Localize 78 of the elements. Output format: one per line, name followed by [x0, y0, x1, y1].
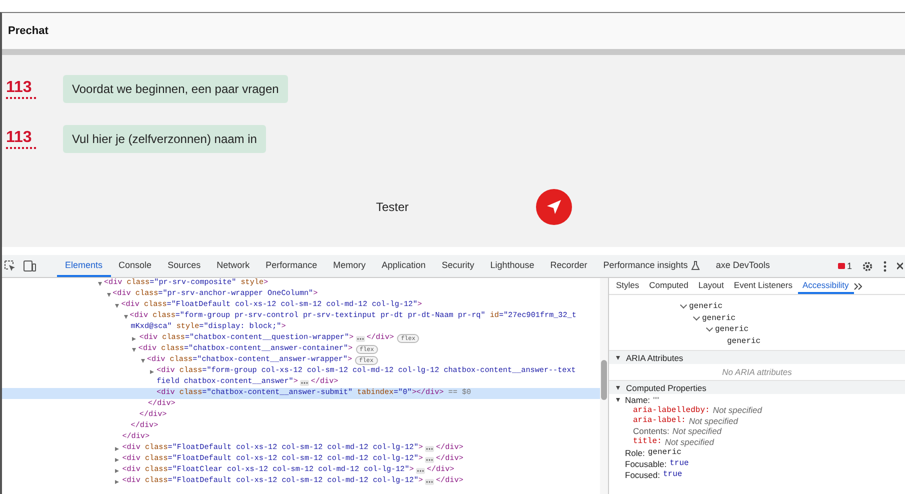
expand-icon[interactable] — [616, 398, 620, 402]
ellipsis-icon[interactable] — [424, 446, 434, 452]
device-icon[interactable] — [23, 260, 36, 272]
property-name: Focusable: — [625, 458, 667, 468]
source-name: aria-labelledby: — [633, 406, 710, 415]
more-icon[interactable] — [883, 260, 887, 272]
devtools-tab[interactable]: Lighthouse — [482, 255, 542, 277]
send-button[interactable] — [536, 189, 572, 225]
sidebar-tab[interactable]: Layout — [693, 278, 729, 294]
devtools-tab[interactable]: Console — [110, 255, 160, 277]
empty-note: No ARIA attributes — [721, 366, 793, 379]
tree-node[interactable]: generic — [702, 314, 736, 323]
expand-icon[interactable] — [115, 458, 120, 462]
expand-icon[interactable] — [141, 358, 145, 362]
tree-node[interactable]: generic — [727, 336, 761, 346]
property-value: "" — [653, 394, 660, 404]
tree-node[interactable]: generic — [689, 302, 723, 312]
sidebar-tab[interactable]: Computed — [644, 278, 694, 294]
expand-icon[interactable] — [106, 292, 111, 296]
answer-field[interactable]: Tester — [376, 200, 436, 214]
tree-node[interactable]: generic — [715, 325, 749, 334]
property-value: generic — [648, 448, 682, 457]
issues-counter[interactable]: 1 — [838, 261, 852, 271]
ellipsis-icon[interactable] — [356, 336, 365, 342]
source-value: Not specified — [664, 436, 714, 447]
property-value: true — [662, 470, 682, 479]
sidebar-tab[interactable]: Event Listeners — [728, 278, 798, 294]
devtools-tab[interactable]: Performance — [258, 255, 326, 277]
property-name: Role: — [625, 448, 645, 458]
sidebar-tab[interactable]: Accessibility — [798, 278, 854, 294]
scrollbar-thumb[interactable] — [601, 360, 607, 400]
devtools-tab[interactable]: Elements — [57, 255, 111, 277]
section-title: ARIA Attributes — [626, 352, 684, 362]
section-header[interactable]: ARIA Attributes — [609, 350, 905, 364]
send-icon — [545, 198, 563, 216]
flask-icon — [690, 260, 700, 270]
property-name: Name: — [625, 394, 650, 404]
source-value: Not specified — [712, 405, 762, 416]
ellipsis-icon[interactable] — [424, 456, 434, 462]
devtools-tab[interactable]: Application — [374, 255, 434, 277]
sidebar-tab[interactable]: Styles — [611, 278, 644, 294]
devtools-tab[interactable]: Network — [208, 255, 258, 277]
devtools-tab[interactable]: Sources — [160, 255, 209, 277]
settings-icon[interactable] — [862, 260, 873, 272]
source-value: Not specified — [672, 426, 722, 436]
more-tabs-icon[interactable] — [854, 282, 862, 290]
devtools-tab[interactable]: Memory — [325, 255, 374, 277]
expand-icon[interactable] — [115, 468, 120, 472]
expand-icon[interactable] — [98, 282, 102, 286]
chat-bubble: Voordat we beginnen, een paar vragen — [63, 75, 288, 103]
expand-icon[interactable] — [132, 348, 136, 352]
ellipsis-icon[interactable] — [424, 478, 434, 484]
expand-icon[interactable] — [115, 480, 120, 484]
expand-icon[interactable] — [124, 314, 128, 318]
chat-bubble: Vul hier je (zelfverzonnen) naam in — [63, 125, 266, 153]
close-icon[interactable] — [897, 261, 903, 271]
devtools-tab[interactable]: Performance insights — [595, 255, 708, 277]
ellipsis-icon[interactable] — [416, 468, 425, 474]
inspect-icon[interactable] — [4, 260, 16, 272]
source-name: Contents: — [633, 426, 670, 436]
expand-icon[interactable] — [115, 304, 120, 308]
chat-title: Prechat — [8, 25, 48, 37]
source-value: Not specified — [688, 416, 738, 426]
expand-icon[interactable] — [616, 386, 620, 390]
expand-icon[interactable] — [616, 356, 620, 360]
source-name: aria-label: — [633, 416, 686, 426]
devtools-tab[interactable]: Security — [434, 255, 482, 277]
expand-icon[interactable] — [150, 370, 154, 374]
expand-icon[interactable] — [132, 336, 136, 340]
section-header[interactable]: Computed Properties — [609, 380, 905, 394]
expand-icon[interactable] — [115, 446, 120, 450]
section-title: Computed Properties — [626, 382, 706, 392]
devtools-tab[interactable]: Recorder — [542, 255, 596, 277]
property-name: Focused: — [625, 470, 660, 480]
devtools-tab[interactable]: axe DevTools — [708, 255, 778, 277]
property-value: true — [670, 459, 689, 468]
ellipsis-icon[interactable] — [300, 380, 309, 386]
source-name: title: — [633, 437, 662, 446]
